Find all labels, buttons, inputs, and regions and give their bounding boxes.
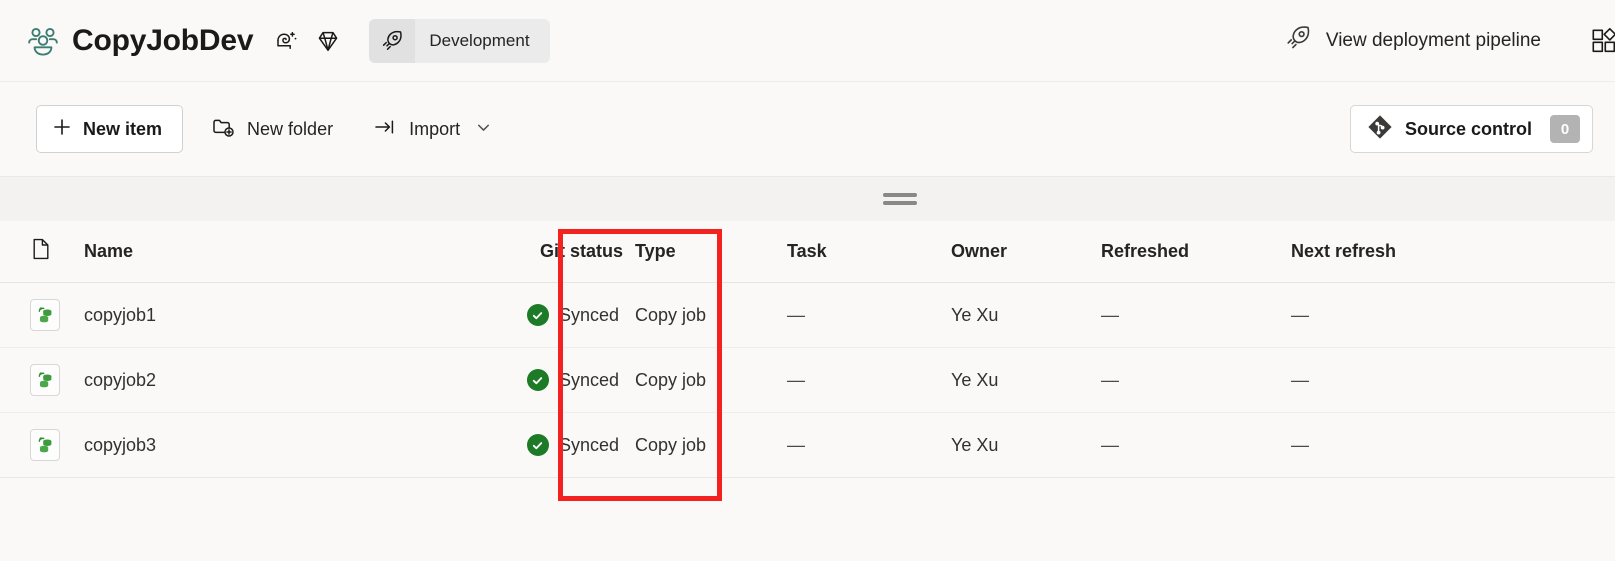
fabric-workspace-page: CopyJobDev Development View deployment p… <box>0 0 1615 561</box>
source-control-label: Source control <box>1404 118 1532 139</box>
row-next-refresh: — <box>1291 434 1309 455</box>
check-circle-icon <box>526 304 549 326</box>
rocket-icon <box>1284 24 1312 57</box>
column-header-task[interactable]: Task <box>779 241 949 262</box>
row-git-status-label: Synced <box>558 369 619 390</box>
row-next-refresh: — <box>1291 369 1309 390</box>
folder-add-icon <box>211 115 235 144</box>
row-type: Copy job <box>635 434 707 455</box>
row-item-icon <box>26 429 84 461</box>
row-git-status-label: Synced <box>558 304 619 325</box>
row-item-icon <box>26 299 84 331</box>
deployment-pipeline-label: View deployment pipeline <box>1325 29 1541 51</box>
row-refreshed: — <box>1101 369 1119 390</box>
stage-pill-label: Development <box>429 30 530 50</box>
view-deployment-pipeline-button[interactable]: View deployment pipeline <box>1274 16 1551 65</box>
table-header-row: Name Git status Type Task Owner Refreshe… <box>0 221 1615 283</box>
table-empty-space <box>0 478 1615 530</box>
document-icon <box>30 237 52 266</box>
row-next-refresh: — <box>1291 304 1309 325</box>
new-folder-label: New folder <box>247 118 334 139</box>
table-row[interactable]: copyjob2 Synced Copy job — Ye Xu — — <box>0 348 1615 413</box>
plus-icon <box>51 116 73 143</box>
header-right-actions: View deployment pipeline <box>1274 16 1615 65</box>
apps-grid-add-icon[interactable] <box>1581 18 1615 64</box>
chevron-down-icon <box>476 119 491 140</box>
import-arrow-icon <box>373 116 397 143</box>
copy-job-icon <box>30 429 60 461</box>
new-item-label: New item <box>83 118 163 139</box>
table-row[interactable]: copyjob3 Synced Copy job — Ye Xu — — <box>0 413 1615 478</box>
row-task: — <box>787 304 805 325</box>
source-control-button[interactable]: Source control 0 <box>1349 105 1593 153</box>
row-git-status: Synced <box>477 369 623 391</box>
row-refreshed: — <box>1101 434 1119 455</box>
row-owner: Ye Xu <box>951 434 999 455</box>
git-icon <box>1367 114 1393 145</box>
resize-handle-bar <box>883 201 917 205</box>
copy-job-icon <box>30 299 60 331</box>
check-circle-icon <box>526 369 549 391</box>
ai-sparkle-icon[interactable] <box>269 24 303 58</box>
check-circle-icon <box>526 434 549 456</box>
import-button[interactable]: Import <box>361 105 503 153</box>
items-table: Name Git status Type Task Owner Refreshe… <box>0 221 1615 530</box>
row-task: — <box>787 434 805 455</box>
row-item-icon <box>26 364 84 396</box>
copy-job-icon <box>30 364 60 396</box>
column-header-icon[interactable] <box>26 237 84 266</box>
column-header-refreshed[interactable]: Refreshed <box>1099 241 1289 262</box>
people-group-icon <box>22 20 64 62</box>
row-type: Copy job <box>635 369 707 390</box>
row-owner: Ye Xu <box>951 369 999 390</box>
stage-pill-development[interactable]: Development <box>369 18 550 63</box>
row-git-status: Synced <box>477 434 623 456</box>
row-item-name[interactable]: copyjob3 <box>84 435 477 456</box>
table-row[interactable]: copyjob1 Synced Copy job — Ye Xu — — <box>0 283 1615 348</box>
column-header-next-refresh[interactable]: Next refresh <box>1289 241 1489 262</box>
source-control-badge: 0 <box>1550 115 1580 143</box>
row-item-name[interactable]: copyjob2 <box>84 370 477 391</box>
row-git-status-label: Synced <box>558 434 619 455</box>
row-owner: Ye Xu <box>951 304 999 325</box>
row-item-name[interactable]: copyjob1 <box>84 305 477 326</box>
resize-handle[interactable] <box>883 193 917 205</box>
rocket-icon <box>369 18 416 63</box>
workspace-header: CopyJobDev Development View deployment p… <box>0 0 1615 82</box>
command-toolbar: New item New folder Import Source contro… <box>0 82 1615 176</box>
row-task: — <box>787 369 805 390</box>
resize-handle-bar <box>883 193 917 197</box>
column-header-type[interactable]: Type <box>623 241 779 262</box>
row-type: Copy job <box>635 304 707 325</box>
column-header-owner[interactable]: Owner <box>949 241 1099 262</box>
page-title: CopyJobDev <box>72 23 254 57</box>
splitter-band <box>0 176 1615 221</box>
column-header-git-status[interactable]: Git status <box>477 241 623 262</box>
row-git-status: Synced <box>477 304 623 326</box>
diamond-icon[interactable] <box>311 24 345 58</box>
new-folder-button[interactable]: New folder <box>199 105 345 153</box>
import-label: Import <box>409 118 461 139</box>
column-header-name[interactable]: Name <box>84 241 477 262</box>
new-item-button[interactable]: New item <box>36 105 184 153</box>
row-refreshed: — <box>1101 304 1119 325</box>
